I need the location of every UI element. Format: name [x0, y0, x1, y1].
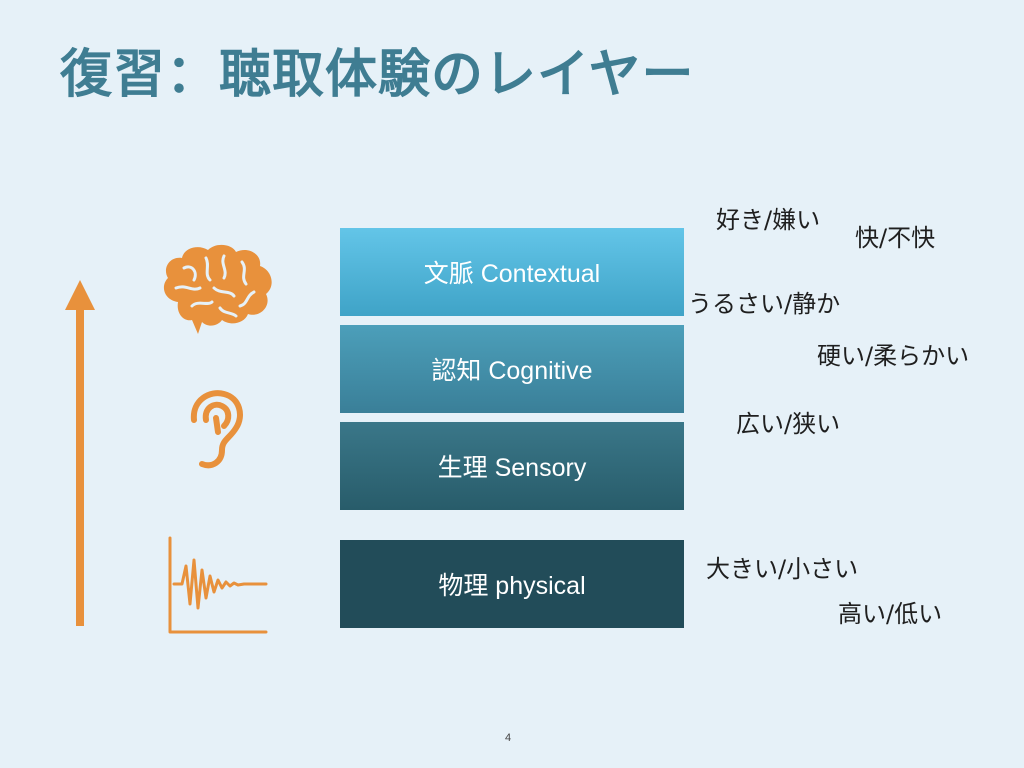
layer-cognitive-label: 認知 Cognitive	[431, 357, 593, 385]
term-wide-narrow: 広い/狭い	[736, 410, 841, 438]
brain-icon	[163, 244, 272, 334]
layer-cognitive: 認知 Cognitive	[340, 325, 684, 413]
slide: 復習：聴取体験のレイヤー 文脈 Contextual 認知 Cognitive …	[0, 0, 1024, 768]
layer-physical: 物理 physical	[340, 540, 684, 628]
layer-physical-label: 物理 physical	[438, 572, 586, 600]
ear-icon	[190, 390, 243, 469]
term-like-dislike: 好き/嫌い	[716, 206, 821, 234]
term-big-small: 大きい/小さい	[706, 555, 859, 583]
page-number: 4	[505, 732, 512, 744]
term-hard-soft: 硬い/柔らかい	[817, 342, 970, 370]
term-loud-quiet: うるさい/静か	[688, 290, 841, 318]
layer-sensory: 生理 Sensory	[340, 422, 684, 510]
up-arrow-icon	[65, 280, 95, 626]
slide-title: 復習：聴取体験のレイヤー	[60, 45, 695, 105]
layer-contextual: 文脈 Contextual	[340, 228, 684, 316]
layer-sensory-label: 生理 Sensory	[437, 454, 587, 482]
layer-contextual-label: 文脈 Contextual	[423, 260, 601, 288]
term-high-low: 高い/低い	[838, 600, 943, 628]
waveform-icon	[168, 536, 268, 634]
term-pleasant-unpleasant: 快/不快	[855, 224, 936, 252]
